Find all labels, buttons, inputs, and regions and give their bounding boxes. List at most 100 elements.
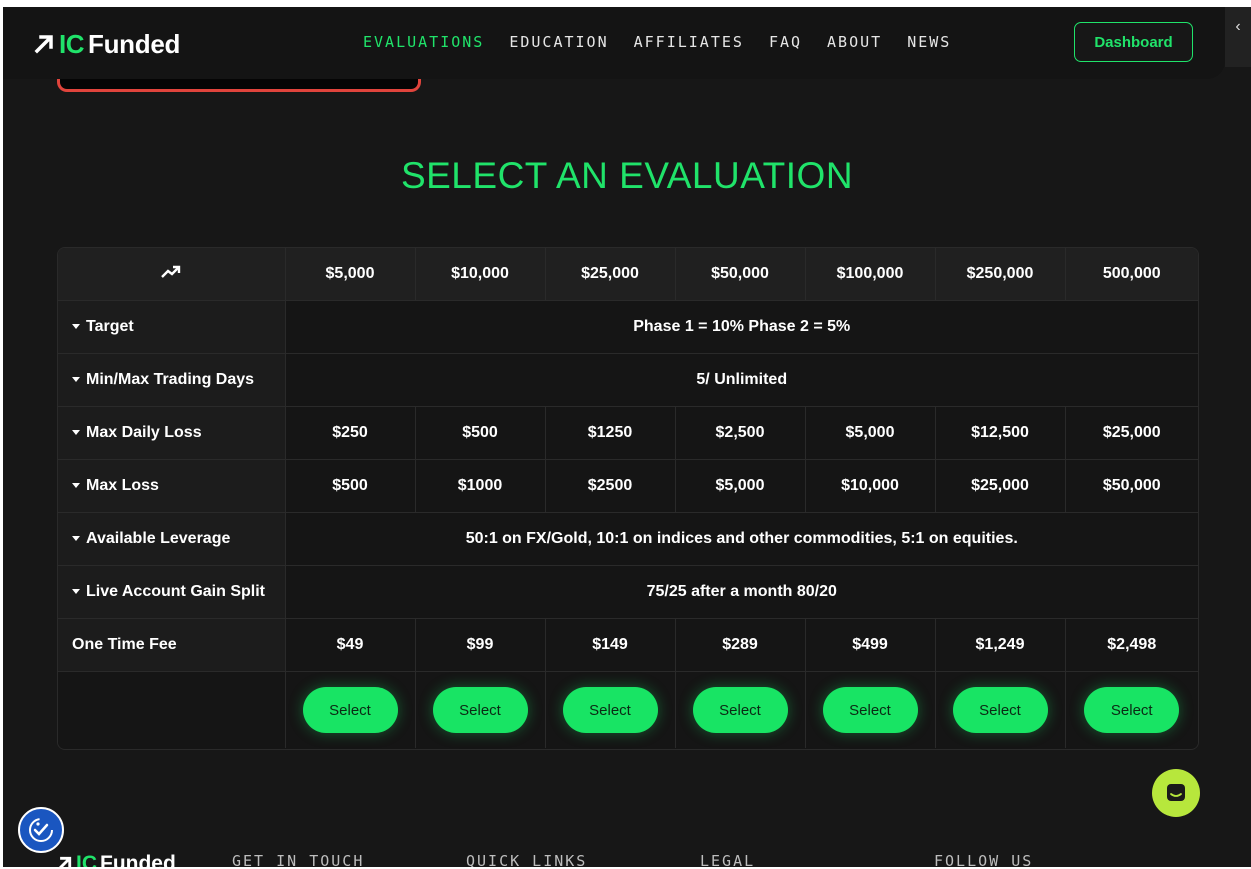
select-cell: Select xyxy=(415,671,546,748)
dashboard-button[interactable]: Dashboard xyxy=(1074,22,1193,62)
logo[interactable]: IC Funded xyxy=(33,29,180,59)
table-cell: $499 xyxy=(805,618,936,672)
accessibility-icon xyxy=(29,818,53,842)
table-cell: $2,498 xyxy=(1065,618,1198,672)
arrow-up-right-icon xyxy=(58,856,72,867)
column-header: $5,000 xyxy=(285,248,416,301)
collapse-icon[interactable]: ‹ xyxy=(1225,7,1251,67)
table-cell: $2,500 xyxy=(675,406,806,460)
column-header: $100,000 xyxy=(805,248,936,301)
page-title: SELECT AN EVALUATION xyxy=(400,155,854,196)
row-label-text: Max Daily Loss xyxy=(86,424,202,441)
row-label-text: Target xyxy=(86,318,134,335)
select-cell: Select xyxy=(285,671,416,748)
nav-link-affiliates[interactable]: AFFILIATES xyxy=(634,33,744,51)
select-button-250k[interactable]: Select xyxy=(952,687,1048,733)
select-row: Select Select Select Select Select Selec… xyxy=(58,671,1198,748)
footer-heading-contact: GET IN TOUCH xyxy=(232,852,365,867)
evaluation-table: $5,000 $10,000 $25,000 $50,000 $100,000 … xyxy=(57,247,1199,750)
column-header: $50,000 xyxy=(675,248,806,301)
nav-link-evaluations[interactable]: EVALUATIONS xyxy=(363,33,484,51)
page: IC Funded EVALUATIONS EDUCATION AFFILIAT… xyxy=(3,7,1251,867)
main-nav: EVALUATIONS EDUCATION AFFILIATES FAQ ABO… xyxy=(363,33,976,51)
table-cell: $49 xyxy=(285,618,416,672)
table-header-row: $5,000 $10,000 $25,000 $50,000 $100,000 … xyxy=(58,248,1198,301)
table-row: Available Leverage 50:1 on FX/Gold, 10:1… xyxy=(58,512,1198,566)
column-header: $10,000 xyxy=(415,248,546,301)
row-label-text: Min/Max Trading Days xyxy=(86,371,255,388)
select-button-5k[interactable]: Select xyxy=(302,687,398,733)
table-cell: 5/ Unlimited xyxy=(285,353,1198,407)
table-cell: $149 xyxy=(545,618,676,672)
table-cell: $50,000 xyxy=(1065,459,1198,513)
caret-down-icon xyxy=(72,430,80,436)
select-cell: Select xyxy=(1065,671,1198,748)
table-cell: $289 xyxy=(675,618,806,672)
table-cell: $25,000 xyxy=(1065,406,1198,460)
row-label-text: Max Loss xyxy=(86,477,159,494)
chat-icon xyxy=(1167,784,1185,801)
row-label-leverage[interactable]: Available Leverage xyxy=(58,512,286,566)
column-header: $250,000 xyxy=(935,248,1066,301)
select-button-50k[interactable]: Select xyxy=(692,687,788,733)
table-cell: $1250 xyxy=(545,406,676,460)
top-navbar: IC Funded EVALUATIONS EDUCATION AFFILIAT… xyxy=(3,7,1225,79)
caret-down-icon xyxy=(72,589,80,595)
table-row: Max Loss $500 $1000 $2500 $5,000 $10,000… xyxy=(58,459,1198,513)
row-label-text: Available Leverage xyxy=(86,530,231,547)
logo-funded-text: Funded xyxy=(88,28,181,59)
footer-logo[interactable]: IC Funded xyxy=(55,852,176,867)
row-label-max-daily-loss[interactable]: Max Daily Loss xyxy=(58,406,286,460)
table-cell: $1,249 xyxy=(935,618,1066,672)
nav-link-education[interactable]: EDUCATION xyxy=(509,33,608,51)
table-cell: $2500 xyxy=(545,459,676,513)
nav-link-faq[interactable]: FAQ xyxy=(769,33,802,51)
row-label-gain-split[interactable]: Live Account Gain Split xyxy=(58,565,286,619)
nav-link-about[interactable]: ABOUT xyxy=(827,33,882,51)
row-label-trading-days[interactable]: Min/Max Trading Days xyxy=(58,353,286,407)
select-button-500k[interactable]: Select xyxy=(1084,687,1180,733)
table-row: Max Daily Loss $250 $500 $1250 $2,500 $5… xyxy=(58,406,1198,460)
select-button-25k[interactable]: Select xyxy=(562,687,658,733)
select-cell: Select xyxy=(675,671,806,748)
select-cell: Select xyxy=(805,671,936,748)
select-button-10k[interactable]: Select xyxy=(432,687,528,733)
table-cell: Phase 1 = 10% Phase 2 = 5% xyxy=(285,300,1198,354)
table-cell: $250 xyxy=(285,406,416,460)
footer-heading-links: QUICK LINKS xyxy=(466,852,588,867)
table-cell: $12,500 xyxy=(935,406,1066,460)
table-cell: $10,000 xyxy=(805,459,936,513)
footer-logo-ic-text: IC xyxy=(76,852,97,867)
caret-down-icon xyxy=(72,377,80,383)
chat-launcher-button[interactable] xyxy=(1152,769,1200,817)
table-cell: $99 xyxy=(415,618,546,672)
header-icon-cell xyxy=(58,248,286,301)
caret-down-icon xyxy=(72,324,80,330)
select-cell: Select xyxy=(935,671,1066,748)
row-label-target[interactable]: Target xyxy=(58,300,286,354)
row-label-max-loss[interactable]: Max Loss xyxy=(58,459,286,513)
table-cell: $5,000 xyxy=(675,459,806,513)
column-header: $25,000 xyxy=(545,248,676,301)
caret-down-icon xyxy=(72,483,80,489)
footer-logo-funded-text: Funded xyxy=(100,852,176,867)
table-cell: $500 xyxy=(285,459,416,513)
table-cell: 50:1 on FX/Gold, 10:1 on indices and oth… xyxy=(285,512,1198,566)
accessibility-button[interactable] xyxy=(18,807,64,853)
table-cell: $500 xyxy=(415,406,546,460)
select-button-100k[interactable]: Select xyxy=(822,687,918,733)
table-row: Live Account Gain Split 75/25 after a mo… xyxy=(58,565,1198,619)
footer-heading-legal: LEGAL xyxy=(700,852,756,867)
nav-link-news[interactable]: NEWS xyxy=(907,33,951,51)
row-label-text: Live Account Gain Split xyxy=(86,583,265,600)
trend-up-icon xyxy=(161,265,181,278)
arrow-up-right-icon xyxy=(34,35,53,54)
footer-heading-social: FOLLOW US xyxy=(934,852,1034,867)
table-cell: $1000 xyxy=(415,459,546,513)
table-cell: $25,000 xyxy=(935,459,1066,513)
logo-ic-text: IC xyxy=(59,28,85,59)
caret-down-icon xyxy=(72,536,80,542)
table-row: Min/Max Trading Days 5/ Unlimited xyxy=(58,353,1198,407)
select-cell: Select xyxy=(545,671,676,748)
table-row: One Time Fee $49 $99 $149 $289 $499 $1,2… xyxy=(58,618,1198,672)
